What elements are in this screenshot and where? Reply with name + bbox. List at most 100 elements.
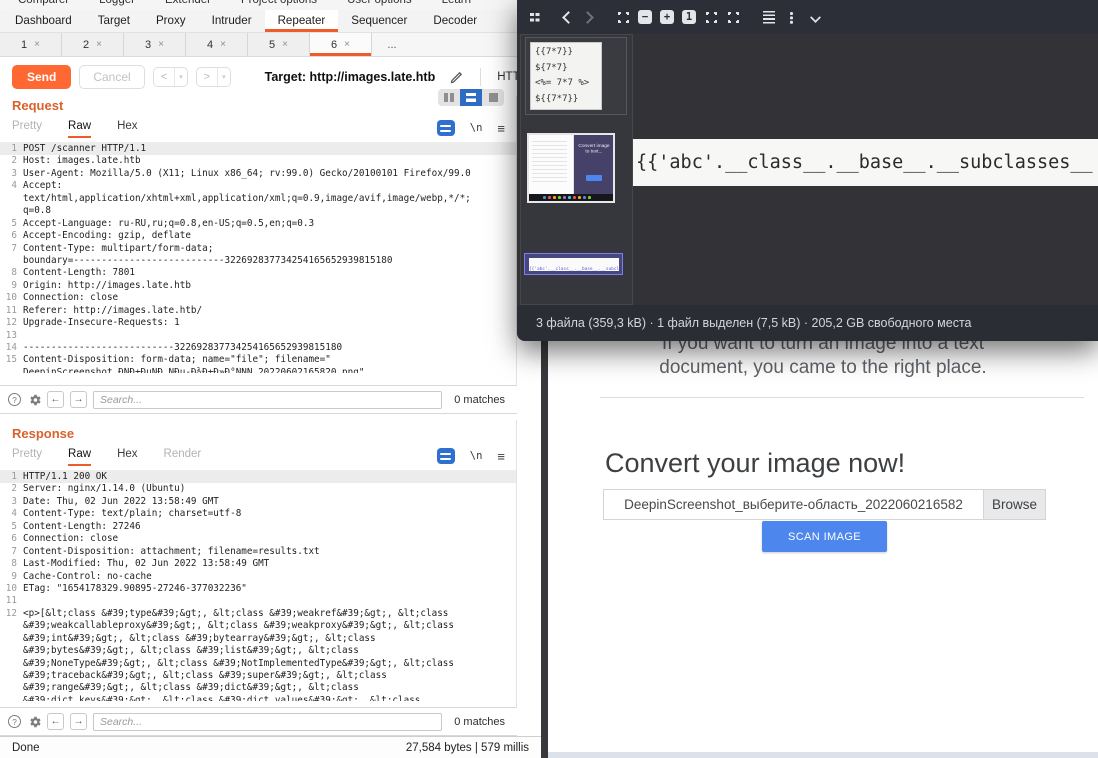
zoom-in-icon[interactable] bbox=[660, 10, 674, 24]
chevron-down-icon[interactable]: ▾ bbox=[217, 68, 230, 86]
close-tab-icon[interactable]: × bbox=[158, 39, 164, 50]
menu-tab[interactable]: Project options bbox=[241, 0, 317, 4]
line-text: Server: nginx/1.14.0 (Ubuntu) bbox=[23, 483, 185, 495]
help-icon[interactable]: ? bbox=[8, 393, 21, 406]
next-request-button[interactable]: > ▾ bbox=[196, 67, 231, 87]
layout-single-button[interactable] bbox=[482, 89, 504, 106]
request-editor[interactable]: 1 POST /scanner HTTP/1.1 2 Host: images.… bbox=[0, 142, 517, 385]
request-view-tab[interactable]: Pretty bbox=[12, 120, 42, 138]
repeater-tab[interactable]: 2 × bbox=[62, 33, 124, 56]
code-line: &#39;dict_keys&#39;&gt;, &lt;class &#39;… bbox=[0, 695, 517, 701]
line-number: 4 bbox=[0, 508, 17, 520]
repeater-tab[interactable]: 4 × bbox=[186, 33, 248, 56]
response-view-tabs: Pretty Raw Hex Render bbox=[12, 446, 201, 466]
menu-tab[interactable]: User options bbox=[347, 0, 412, 4]
file-item-payload-text[interactable]: {{7*7}}${7*7}<%= 7*7 %>${{7*7}} bbox=[525, 37, 627, 115]
close-tab-icon[interactable]: × bbox=[344, 39, 350, 50]
fit-icon[interactable] bbox=[616, 10, 630, 24]
cancel-button[interactable]: Cancel bbox=[79, 65, 144, 89]
search-prev-button[interactable]: ← bbox=[47, 391, 64, 408]
line-text: &#39;weakcallableproxy&#39;&gt;, &lt;cla… bbox=[23, 620, 454, 632]
module-tab[interactable]: Proxy bbox=[143, 10, 199, 32]
menu-tab[interactable]: Learn bbox=[442, 0, 471, 4]
repeater-tab-label: 4 bbox=[207, 39, 213, 51]
file-input-value[interactable]: DeepinScreenshot_выберите-область_202206… bbox=[604, 490, 983, 519]
show-newlines-icon[interactable]: \n bbox=[470, 122, 483, 134]
repeater-tab[interactable]: 1 × bbox=[0, 33, 62, 56]
word-wrap-icon[interactable] bbox=[437, 120, 455, 136]
zoom-actual-icon[interactable] bbox=[682, 10, 696, 24]
layout-rows-button[interactable] bbox=[460, 89, 482, 106]
search-next-button[interactable]: → bbox=[70, 713, 87, 730]
line-text: Content-Disposition: attachment; filenam… bbox=[23, 546, 320, 558]
edit-target-icon[interactable] bbox=[449, 70, 464, 85]
response-view-tab[interactable]: Hex bbox=[117, 448, 137, 466]
fullscreen-icon[interactable] bbox=[726, 10, 740, 24]
line-number: 7 bbox=[0, 243, 17, 255]
select-icon[interactable] bbox=[704, 10, 718, 24]
show-newlines-icon[interactable]: \n bbox=[470, 450, 483, 462]
repeater-tab[interactable]: 3 × bbox=[124, 33, 186, 56]
send-button[interactable]: Send bbox=[12, 65, 71, 89]
request-view-tab[interactable]: Hex bbox=[117, 120, 137, 138]
zoom-out-icon[interactable] bbox=[638, 10, 652, 24]
search-input[interactable]: Search... bbox=[93, 713, 442, 731]
editor-menu-icon[interactable]: ≡ bbox=[497, 449, 505, 464]
file-item-screenshot[interactable]: Convert image to text... bbox=[527, 133, 615, 203]
single-view-icon bbox=[489, 93, 498, 102]
main-image-preview[interactable]: {{'abc'.__class__.__base__.__subclasses_… bbox=[633, 139, 1098, 186]
browse-button[interactable]: Browse bbox=[983, 490, 1045, 519]
close-tab-icon[interactable]: × bbox=[220, 39, 226, 50]
grid-icon[interactable] bbox=[528, 10, 542, 24]
forward-arrow-label: > bbox=[197, 68, 217, 86]
kebab-icon[interactable] bbox=[784, 10, 798, 24]
line-text: &#39;NoneType&#39;&gt;, &lt;class &#39;N… bbox=[23, 658, 454, 670]
search-input[interactable]: Search... bbox=[93, 391, 442, 409]
line-text: &#39;bytes&#39;&gt;, &lt;class &#39;list… bbox=[23, 645, 359, 657]
editor-menu-icon[interactable]: ≡ bbox=[497, 121, 505, 136]
menu-tab[interactable]: Extender bbox=[165, 0, 211, 4]
module-tab[interactable]: Dashboard bbox=[2, 10, 85, 32]
response-view-tab[interactable]: Pretty bbox=[12, 448, 42, 466]
chevron-down-icon[interactable]: ▾ bbox=[174, 68, 187, 86]
scan-image-button[interactable]: SCAN IMAGE bbox=[762, 521, 887, 552]
module-tab[interactable]: Decoder bbox=[420, 10, 490, 32]
chevron-down-icon[interactable] bbox=[808, 10, 822, 24]
module-tab[interactable]: Repeater bbox=[265, 10, 339, 32]
response-view-tab[interactable]: Raw bbox=[68, 448, 91, 466]
close-tab-icon[interactable]: × bbox=[34, 39, 40, 50]
close-tab-icon[interactable]: × bbox=[282, 39, 288, 50]
repeater-tab[interactable]: 5 × bbox=[248, 33, 310, 56]
code-line: &#39;traceback&#39;&gt;, &lt;class &#39;… bbox=[0, 670, 517, 682]
search-prev-button[interactable]: ← bbox=[47, 713, 64, 730]
request-view-tab[interactable]: Raw bbox=[68, 120, 91, 138]
line-text: Accept-Encoding: gzip, deflate bbox=[23, 230, 191, 242]
help-icon[interactable]: ? bbox=[8, 715, 21, 728]
layout-columns-button[interactable] bbox=[438, 89, 460, 106]
prev-request-button[interactable]: < ▾ bbox=[153, 67, 188, 87]
module-tab[interactable]: Target bbox=[85, 10, 143, 32]
back-icon[interactable] bbox=[560, 10, 574, 24]
payload-line: <%= 7*7 %> bbox=[535, 76, 601, 92]
module-tab[interactable]: Intruder bbox=[199, 10, 265, 32]
line-number: 14 bbox=[0, 342, 17, 354]
line-text: Content-Length: 7801 bbox=[23, 267, 135, 279]
response-editor[interactable]: 1 HTTP/1.1 200 OK 2 Server: nginx/1.14.0… bbox=[0, 470, 517, 707]
forward-icon[interactable] bbox=[582, 10, 596, 24]
menu-tab[interactable]: Comparer bbox=[18, 0, 69, 4]
search-next-button[interactable]: → bbox=[70, 391, 87, 408]
file-item-selected[interactable]: {{'abc'.__class__.__base__.__subclasses_… bbox=[524, 253, 623, 275]
module-tab[interactable]: Sequencer bbox=[338, 10, 420, 32]
gear-icon[interactable] bbox=[27, 393, 41, 407]
response-view-tab[interactable]: Render bbox=[164, 448, 202, 466]
gear-icon[interactable] bbox=[27, 715, 41, 729]
lines-icon[interactable] bbox=[762, 10, 776, 24]
close-tab-icon[interactable]: × bbox=[96, 39, 102, 50]
menu-tab[interactable]: Logger bbox=[99, 0, 135, 4]
repeater-tab[interactable]: 6 × bbox=[310, 33, 372, 56]
word-wrap-icon[interactable] bbox=[437, 448, 455, 464]
file-upload-field[interactable]: DeepinScreenshot_выберите-область_202206… bbox=[603, 489, 1046, 520]
code-line: 6 Connection: close bbox=[0, 533, 517, 545]
panel-right-border bbox=[516, 420, 517, 736]
repeater-tab[interactable]: ... bbox=[372, 33, 412, 56]
